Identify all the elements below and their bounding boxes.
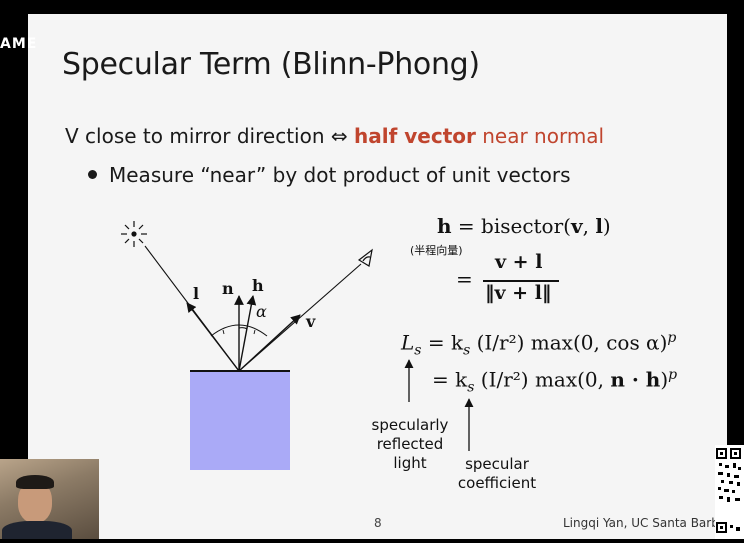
alpha-arc — [238, 327, 248, 330]
l-label: l — [193, 284, 200, 303]
h-label: h — [252, 276, 264, 295]
video-overlay-text: AME — [0, 36, 38, 52]
surface-block — [190, 372, 290, 470]
equation-bisector: h = bisector(v, l) — [437, 214, 611, 238]
alpha-label: α — [256, 302, 267, 321]
presenter-shirt — [2, 521, 72, 539]
specular-coefficient-annotation: specular coefficient — [457, 455, 537, 492]
eye-icon — [357, 248, 373, 267]
equation-ls-nh: = ks (I/r²) max(0, n · h)p — [432, 367, 678, 396]
fraction-numerator: v + l — [495, 251, 543, 273]
fraction-denominator: ‖v + l‖ — [485, 282, 552, 304]
slide: Specular Term (Blinn-Phong) V close to m… — [28, 14, 727, 539]
page-number: 8 — [374, 516, 382, 530]
light-source-icon — [121, 221, 147, 247]
specularly-reflected-light-annotation: specularly reflected light — [371, 416, 449, 472]
l-vector — [186, 302, 240, 372]
half-vector-note: (半程向量) — [410, 244, 463, 257]
n-label: n — [222, 279, 234, 298]
v-label: v — [306, 312, 316, 331]
equation-ls-cos: Ls = ks (I/r²) max(0, cos α)p — [401, 330, 677, 359]
webcam-feed — [0, 459, 99, 539]
presenter-hair — [16, 475, 54, 489]
qr-code[interactable] — [715, 445, 744, 539]
slide-credit: Lingqi Yan, UC Santa Barbar — [563, 516, 727, 530]
qr-code-icon — [716, 448, 741, 533]
equation-equals: = — [456, 267, 473, 291]
